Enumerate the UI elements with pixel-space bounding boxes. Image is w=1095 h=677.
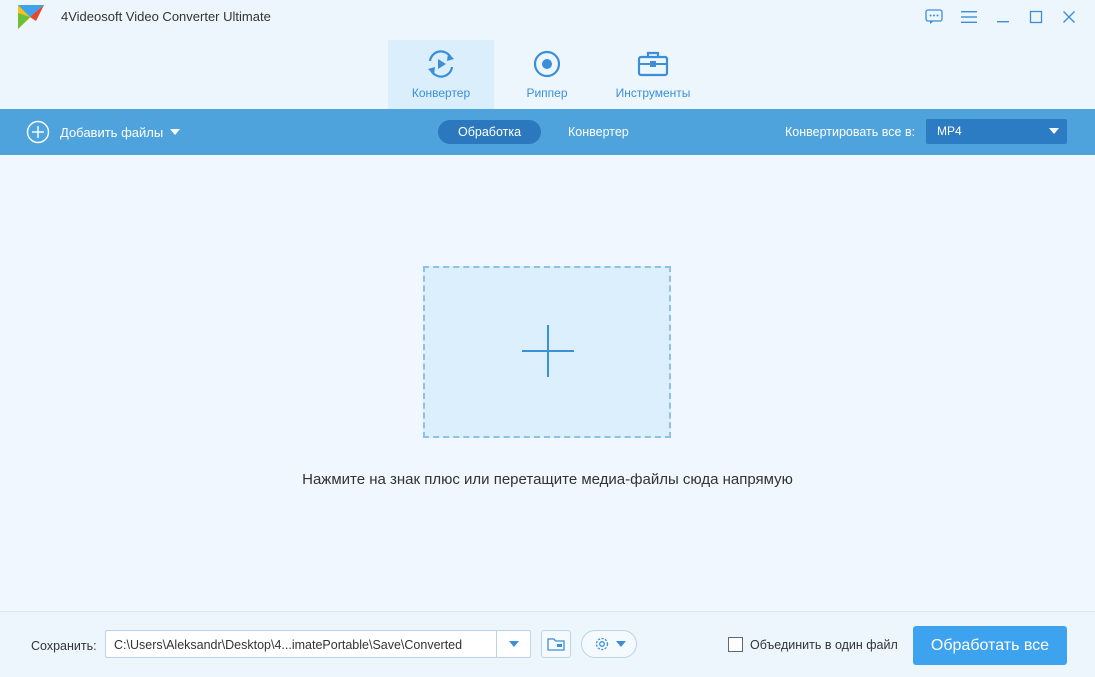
toolbar: Добавить файлы Обработка Конвертер Конве… [0,109,1095,155]
save-label: Сохранить: [31,639,97,653]
minimize-button[interactable] [992,6,1014,28]
add-files-button[interactable]: Добавить файлы [26,119,181,145]
chevron-down-icon [615,641,626,647]
maximize-button[interactable] [1025,6,1047,28]
convert-icon [428,50,454,78]
drop-hint: Нажмите на знак плюс или перетащите меди… [302,471,793,488]
mode-tabs: Конвертер Риппер Инструменты [0,36,1095,109]
app-logo-icon [18,5,44,29]
tab-converter-label: Конвертер [411,86,471,100]
open-folder-button[interactable] [541,630,571,658]
tab-ripper-label: Риппер [526,86,568,100]
save-path-dropdown[interactable] [496,631,530,657]
subtab-converter[interactable]: Конвертер [548,120,649,144]
title-bar: 4Videosoft Video Converter Ultimate [0,0,1095,36]
maximize-icon [1029,10,1043,24]
menu-button[interactable] [958,6,980,28]
disc-icon [533,50,561,78]
menu-icon [961,11,977,23]
folder-icon [547,638,565,651]
chat-icon [925,9,943,24]
main-drop-area: Нажмите на знак плюс или перетащите меди… [0,155,1095,611]
add-media-dropzone[interactable] [423,266,671,438]
merge-files-label: Объединить в один файл [750,638,898,652]
close-button[interactable] [1058,6,1080,28]
feedback-button[interactable] [923,6,945,28]
add-files-label: Добавить файлы [60,124,164,140]
chevron-down-icon [1049,128,1059,134]
plus-icon-horizontal [522,350,574,352]
close-icon [1063,11,1075,23]
gear-icon [595,637,608,651]
save-path-value: C:\Users\Aleksandr\Desktop\4...imatePort… [114,638,463,652]
merge-files-checkbox[interactable] [728,637,743,652]
subtab-processing[interactable]: Обработка [438,120,542,144]
add-circle-icon [26,120,50,144]
tab-ripper[interactable]: Риппер [494,40,600,109]
minimize-icon [997,21,1009,23]
app-title: 4Videosoft Video Converter Ultimate [61,9,271,24]
chevron-down-icon[interactable] [170,129,181,135]
settings-button[interactable] [581,630,637,658]
toolbox-icon [637,51,669,77]
output-format-value: MP4 [937,124,962,138]
tab-tools-label: Инструменты [615,86,691,100]
bottom-bar: Сохранить: C:\Users\Aleksandr\Desktop\4.… [0,611,1095,677]
convert-all-label: Конвертировать все в: [785,125,916,139]
output-format-select[interactable]: MP4 [926,119,1067,144]
process-all-button[interactable]: Обработать все [913,626,1067,665]
tab-tools[interactable]: Инструменты [600,40,706,109]
save-path-field[interactable]: C:\Users\Aleksandr\Desktop\4...imatePort… [105,630,531,658]
chevron-down-icon [508,641,519,647]
tab-converter[interactable]: Конвертер [388,40,494,109]
